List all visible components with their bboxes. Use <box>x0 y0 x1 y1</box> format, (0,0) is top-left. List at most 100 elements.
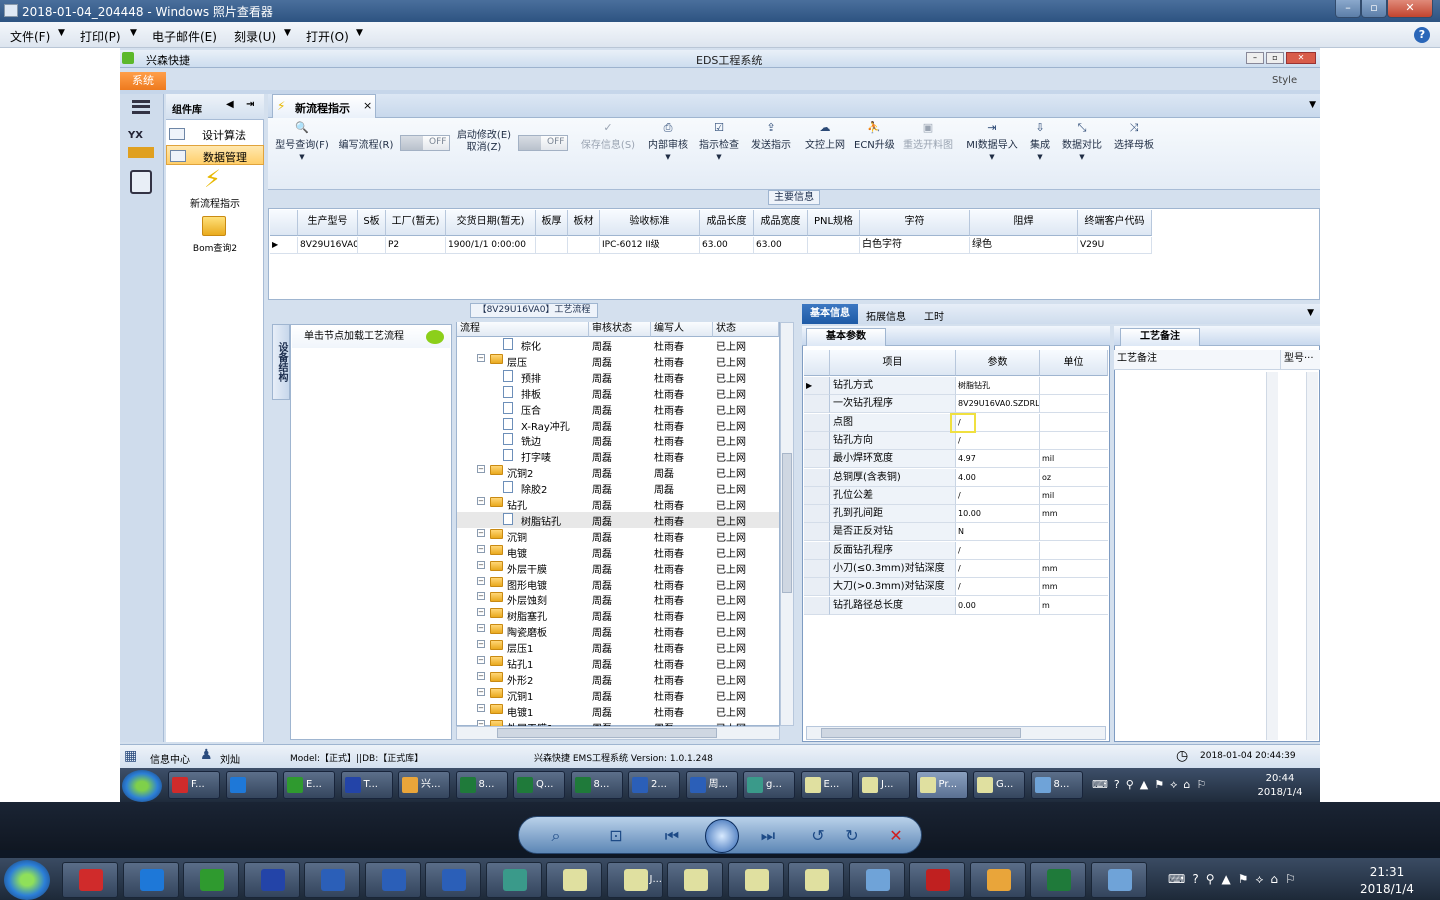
property-value[interactable]: 4.97 <box>956 450 1040 469</box>
expand-toggle-icon[interactable]: − <box>477 687 485 696</box>
expand-toggle-icon[interactable]: − <box>477 703 485 712</box>
property-value[interactable]: / <box>956 486 1040 505</box>
app-minimize-button[interactable]: – <box>1246 52 1264 64</box>
tree-row[interactable]: 除胶2 周磊 周磊 已上网 <box>457 480 779 496</box>
expand-toggle-icon[interactable]: − <box>477 465 485 474</box>
property-value[interactable]: N <box>956 523 1040 542</box>
prop-col-header[interactable]: 参数 <box>956 350 1040 376</box>
outer-taskbar-item[interactable] <box>304 862 360 898</box>
tree-horizontal-scrollbar[interactable] <box>456 726 780 740</box>
table-cell[interactable]: IPC-6012 II级 <box>600 237 700 254</box>
pin-icon[interactable]: ⇥ <box>246 99 254 110</box>
grid-icon[interactable]: ▦ <box>124 748 140 764</box>
inner-taskbar-item[interactable]: G... <box>973 771 1025 799</box>
inner-start-button[interactable] <box>122 770 162 802</box>
tree-row[interactable]: − 层压 周磊 杜雨春 已上网 <box>457 353 779 369</box>
col-header[interactable]: 工厂(暂无) <box>386 210 446 236</box>
table-cell[interactable] <box>358 237 386 254</box>
property-row[interactable]: 是否正反对钻 N <box>804 523 1108 542</box>
inner-clock[interactable]: 20:44 2018/1/4 <box>1244 772 1316 800</box>
previous-icon[interactable]: ⏮ <box>661 825 683 847</box>
outer-taskbar-item[interactable] <box>727 862 784 898</box>
col-header[interactable]: 字符 <box>860 210 970 236</box>
prop-col-header[interactable]: 单位 <box>1040 350 1108 376</box>
table-cell[interactable]: P2 <box>386 237 446 254</box>
property-row[interactable]: 钻孔路径总长度 0.00 m <box>804 596 1108 615</box>
outer-taskbar-item[interactable] <box>909 862 965 898</box>
tree-row[interactable]: 排板 周磊 杜雨春 已上网 <box>457 385 779 401</box>
expand-toggle-icon[interactable]: − <box>477 560 485 569</box>
write-process-button[interactable]: 编写流程(R) <box>336 136 396 196</box>
expand-toggle-icon[interactable]: − <box>477 544 485 553</box>
expand-toggle-icon[interactable]: − <box>477 624 485 633</box>
style-dropdown[interactable]: Style <box>1272 75 1297 86</box>
tree-row[interactable]: 预排 周磊 杜雨春 已上网 <box>457 369 779 385</box>
nav-item-data-management[interactable]: 数据管理 <box>166 145 264 165</box>
modify-toggle[interactable]: OFF <box>518 135 568 151</box>
expand-toggle-icon[interactable]: − <box>477 640 485 649</box>
report-module-icon[interactable] <box>130 170 152 194</box>
expand-toggle-icon[interactable]: − <box>477 592 485 601</box>
inner-taskbar-item[interactable]: T... <box>340 771 393 799</box>
col-header[interactable]: PNL规格 <box>808 210 860 236</box>
property-row[interactable]: 大刀(>0.3mm)对钻深度 / mm <box>804 578 1108 597</box>
props-horizontal-scrollbar[interactable] <box>806 726 1106 740</box>
lightning-icon[interactable]: ⚡ <box>204 166 224 192</box>
inner-taskbar-item[interactable]: 8... <box>570 771 623 799</box>
rotate-left-icon[interactable]: ↺ <box>807 825 829 847</box>
prop-col-header[interactable]: 项目 <box>830 350 956 376</box>
tree-row[interactable]: X-Ray冲孔 周磊 杜雨春 已上网 <box>457 417 779 433</box>
scrollbar-thumb[interactable] <box>821 728 1021 738</box>
help-icon[interactable]: ? <box>1414 27 1430 43</box>
col-header[interactable]: 终端客户代码 <box>1078 210 1152 236</box>
table-cell[interactable]: 63.00 <box>754 237 808 254</box>
col-header[interactable]: S板 <box>358 210 386 236</box>
outer-taskbar-item[interactable] <box>1030 862 1086 898</box>
expand-toggle-icon[interactable]: − <box>477 528 485 537</box>
col-header[interactable]: 验收标准 <box>600 210 700 236</box>
col-header[interactable]: 阻焊 <box>970 210 1078 236</box>
model-query-button[interactable]: 🔍 型号查询(F) ▼ <box>272 118 332 178</box>
expand-toggle-icon[interactable]: − <box>477 497 485 505</box>
app-close-button[interactable]: ✕ <box>1286 52 1316 64</box>
expand-toggle-icon[interactable]: − <box>477 576 485 585</box>
tab-basic-info[interactable]: 基本信息 <box>802 304 858 324</box>
yx-module-icon[interactable]: YX <box>128 130 154 158</box>
col-header[interactable]: 板厚 <box>536 210 568 236</box>
tree-row[interactable]: − 钻孔 周磊 杜雨春 已上网 <box>457 496 779 512</box>
col-header[interactable]: 板材 <box>568 210 600 236</box>
outer-taskbar-item[interactable] <box>485 862 542 898</box>
col-header[interactable]: 交货日期(暂无) <box>446 210 536 236</box>
tree-row[interactable]: − 电镀 周磊 杜雨春 已上网 <box>457 544 779 560</box>
tree-row[interactable]: 棕化 周磊 杜雨春 已上网 <box>457 337 779 353</box>
tree-col-header[interactable]: 状态 <box>713 322 779 337</box>
data-compare-button[interactable]: ⤡ 数据对比 ▼ <box>1060 118 1104 178</box>
outer-taskbar-item[interactable] <box>1090 862 1147 898</box>
inner-taskbar-item[interactable]: 8... <box>1030 771 1083 799</box>
outer-taskbar-item[interactable] <box>183 862 239 898</box>
folder-icon[interactable] <box>202 216 226 236</box>
notes-vertical-scrollbar[interactable] <box>1306 372 1318 740</box>
nav-item-design-algorithm[interactable]: 设计算法 <box>166 124 264 144</box>
inner-taskbar-item[interactable]: g... <box>743 771 795 799</box>
reselect-cut-drawing-button[interactable]: ▣ 重选开料图 <box>900 118 956 178</box>
col-header[interactable]: 成品长度 <box>700 210 754 236</box>
tab-work-hours[interactable]: 工时 <box>924 308 944 323</box>
menu-burn[interactable]: 刻录(U) <box>234 28 276 45</box>
tree-row[interactable]: 树脂钻孔 周磊 杜雨春 已上网 <box>457 511 779 528</box>
inner-taskbar-item[interactable]: F... <box>168 771 220 799</box>
scrollbar-thumb[interactable] <box>782 453 792 593</box>
inner-taskbar-item[interactable]: Q... <box>513 771 565 799</box>
nav-bom-query-label[interactable]: Bom查询2 <box>166 241 264 254</box>
tree-row[interactable]: − 钻孔1 周磊 杜雨春 已上网 <box>457 655 779 671</box>
doc-control-online-button[interactable]: ☁ 文控上网 <box>800 118 850 178</box>
outer-taskbar-item[interactable] <box>667 862 723 898</box>
property-row[interactable]: 孔到孔间距 10.00 mm <box>804 505 1108 524</box>
expand-toggle-icon[interactable]: − <box>477 656 485 664</box>
tree-row[interactable]: − 图形电镀 周磊 杜雨春 已上网 <box>457 576 779 592</box>
outer-taskbar-item[interactable] <box>788 862 844 898</box>
outer-taskbar-item[interactable] <box>364 862 421 898</box>
minimize-button[interactable]: – <box>1335 0 1361 18</box>
outer-taskbar-item[interactable] <box>243 862 300 898</box>
app-maximize-button[interactable]: ▫ <box>1266 52 1284 64</box>
